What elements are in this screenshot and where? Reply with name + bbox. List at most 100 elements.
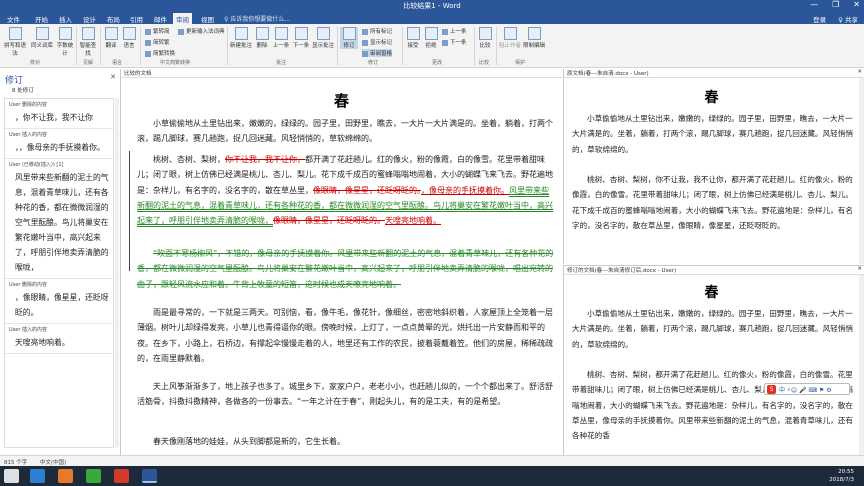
close-icon[interactable]: ✕ (857, 69, 862, 75)
all-markup-select[interactable]: 所有标记 (362, 27, 392, 35)
group-insights: 见解 (83, 60, 94, 66)
update-ime-button[interactable]: 更新输入法词典 (178, 27, 225, 35)
restrict-editing-button[interactable]: 限制编辑 (523, 27, 545, 49)
taskbar: 20:55 2018/7/3 (0, 466, 864, 486)
convert-icon (145, 50, 151, 57)
convert-icon (145, 39, 151, 46)
next-change-button[interactable]: 下一条 (442, 38, 467, 46)
window-controls: — ❐ ✕ (810, 0, 860, 9)
revision-item[interactable]: User 插入的内容 ，，像母亲的手抚摸着你。 (5, 129, 113, 159)
smart-lookup-button[interactable]: 智能查找 (78, 27, 98, 57)
doc-title: 春 (333, 92, 349, 110)
revisions-list[interactable]: User 删除的内容 ，你不让我，我不让你 User 插入的内容 ，，像母亲的手… (4, 98, 114, 448)
system-clock[interactable]: 20:55 2018/7/3 (829, 468, 854, 484)
thesaurus-button[interactable]: 同义词库 (30, 27, 54, 49)
scrollbar[interactable] (859, 275, 864, 456)
new-comment-button[interactable]: 新建批注 (230, 27, 252, 49)
wordcount-icon (58, 27, 72, 40)
language-button[interactable]: 语言 (121, 27, 137, 49)
camtasia-icon[interactable] (86, 469, 101, 483)
conversion-button[interactable]: 简繁转换 (145, 49, 175, 57)
text-run: 天上风筝渐渐多了，地上孩子也多了。城里乡下，家家户户，老老小小，也赶趟儿似的，一… (137, 382, 553, 407)
revisions-scrollbar[interactable] (115, 98, 119, 448)
original-doc-pane[interactable]: 原文档(春---朱自清.docx - User) ✕ 春 小草偷偷地从土里钻出来，… (563, 69, 864, 264)
revision-count: 8 处修订 (12, 88, 34, 94)
revision-item[interactable]: User 插入的内容 天嗖亮地响着。 (5, 324, 113, 354)
arrow-right-icon (294, 27, 308, 40)
next-comment-button[interactable]: 下一条 (292, 27, 310, 49)
original-doc-header: 原文档(春---朱自清.docx - User) (567, 71, 649, 77)
browser-icon[interactable] (30, 469, 45, 483)
thesaurus-icon (35, 27, 49, 40)
windows-start-icon[interactable] (4, 469, 19, 483)
markup-icon (362, 28, 368, 35)
login-link[interactable]: 登录 (813, 14, 826, 24)
paragraph: 小草偷偷地从土里钻出来，嫩嫩的，绿绿的。园子里，田野里，瞧去，一大片一大片满是的… (137, 116, 555, 147)
text-run: 雨是最寻常的，一下就是三两天。可别恼，看，像牛毛，像花针，像细丝，密密地斜织着，… (137, 308, 553, 363)
paragraph: 雨是最寻常的，一下就是三两天。可别恼，看，像牛毛，像花针，像细丝，密密地斜织着，… (137, 305, 555, 366)
revision-mvdel: “吹面不寒杨柳风”，不错的，像母亲的手抚摸着你。风里带来些新翻的泥土的气息，混着… (137, 249, 554, 289)
share-button[interactable]: ♀ 共享 (838, 14, 858, 24)
group-chinese-conversion: 中文简繁转换 (160, 60, 191, 66)
trad-to-simp-button[interactable]: 繁转简 (145, 27, 170, 35)
paragraph: 春天像刚落地的娃娃，从头到脚都是新的，它生长着。 (137, 434, 555, 449)
doc-title: 春 (704, 90, 719, 106)
revision-del: 你不让我，我不让你， (225, 155, 305, 164)
sogou-ime-icon[interactable]: S (767, 385, 776, 394)
revised-doc-pane[interactable]: 修订的文档(春---朱自清修订后.docx - User) ✕ 春 小草偷偷地从土… (563, 265, 864, 456)
track-changes-icon (342, 27, 356, 40)
doc-language[interactable]: 中文(中国) (40, 458, 66, 466)
translate-icon (104, 27, 118, 40)
translate-button[interactable]: 翻译 (103, 27, 119, 49)
compare-button[interactable]: 比较 (477, 27, 493, 49)
revision-del: 像眼睛，像星星，还眨呀眨的。 (273, 216, 385, 226)
check-icon (406, 27, 420, 40)
ime-tools-icon[interactable]: 中 ·ͦ ☺ 🎤 ⌨ ⚑ ⚙ (779, 385, 832, 394)
accept-button[interactable]: 接受 (405, 27, 421, 49)
word-icon[interactable] (142, 469, 157, 483)
spelling-button[interactable]: 拼写和语法 (2, 27, 28, 57)
show-markup-button[interactable]: 显示标记 (362, 38, 392, 46)
revision-item[interactable]: User (已移动(插入)) [1] 风里带来些新翻的泥土的气息，混着青草味儿，… (5, 159, 113, 279)
group-language: 语言 (112, 60, 123, 66)
compared-document[interactable]: 春 小草偷偷地从土里钻出来，嫩嫩的，绿绿的。园子里，田野里，瞧去，一大片一大片满… (121, 78, 562, 455)
group-protect: 保护 (515, 60, 526, 66)
revision-ins: 天嗖亮地响着。 (385, 216, 441, 226)
scrollbar[interactable] (859, 78, 864, 264)
word-count[interactable]: 815 个字 (4, 458, 27, 466)
revision-item[interactable]: User 删除的内容 ，你不让我，我不让你 (5, 99, 113, 129)
maximize-button[interactable]: ❐ (832, 0, 839, 9)
track-changes-button[interactable]: 修订 (340, 27, 358, 49)
recorder-icon[interactable] (114, 469, 129, 483)
convert-icon (145, 28, 151, 35)
review-pane-button[interactable]: 审阅窗格 (362, 49, 393, 57)
show-comments-icon (316, 27, 330, 40)
minimize-button[interactable]: — (810, 0, 818, 9)
dictionary-icon (178, 28, 184, 35)
simp-to-trad-button[interactable]: 简转繁 (145, 38, 170, 46)
group-changes: 更改 (432, 60, 443, 66)
media-player-icon[interactable] (58, 469, 73, 483)
close-button[interactable]: ✕ (853, 0, 860, 9)
delete-comment-button[interactable]: 删除 (254, 27, 270, 49)
paragraph: 小草偷偷地从土里钻出来，嫩嫩的，绿绿的。园子里，田野里，瞧去，一大片一大片满是的… (572, 309, 853, 349)
paragraph: 桃树、杏树、梨树，你不让我，我不让你，都开满了花赶趟儿。红的像火，粉的像霞，白的… (572, 175, 853, 230)
text-run: 小草偷偷地从土里钻出来，嫩嫩的，绿绿的。园子里，田野里，瞧去，一大片一大片满是的… (137, 119, 553, 144)
title-bar: 比较结果1 - Word — ❐ ✕ (0, 0, 864, 12)
ribbon-tabs: 文件 开始 插入 设计 布局 引用 邮件 审阅 视图 ♀ 告诉我你想要做什么..… (0, 12, 864, 24)
text-run: 春天像刚落地的娃娃，从头到脚都是新的，它生长着。 (153, 437, 345, 446)
paragraph: “吹面不寒杨柳风”，不错的，像母亲的手抚摸着你。风里带来些新翻的泥土的气息，混着… (137, 246, 555, 292)
tab-review[interactable]: 审阅 (173, 13, 192, 24)
tell-me-search[interactable]: ♀ 告诉我你想要做什么... (224, 14, 290, 23)
block-authors-button[interactable]: 阻止作者 (499, 27, 521, 49)
prev-comment-button[interactable]: 上一条 (272, 27, 290, 49)
revision-item[interactable]: User 删除的内容 ，像眼睛，像星星，还眨呀眨的。 (5, 279, 113, 324)
close-icon[interactable]: ✕ (110, 73, 116, 81)
wordcount-button[interactable]: 字数统计 (56, 27, 74, 57)
show-comments-button[interactable]: 显示批注 (312, 27, 334, 49)
close-icon[interactable]: ✕ (857, 266, 862, 272)
revised-doc-header: 修订的文档(春---朱自清修订后.docx - User) (567, 268, 677, 274)
prev-change-button[interactable]: 上一条 (442, 27, 467, 35)
ime-toolbar[interactable]: S 中 ·ͦ ☺ 🎤 ⌨ ⚑ ⚙ (764, 383, 850, 395)
reject-button[interactable]: 拒绝 (423, 27, 439, 49)
